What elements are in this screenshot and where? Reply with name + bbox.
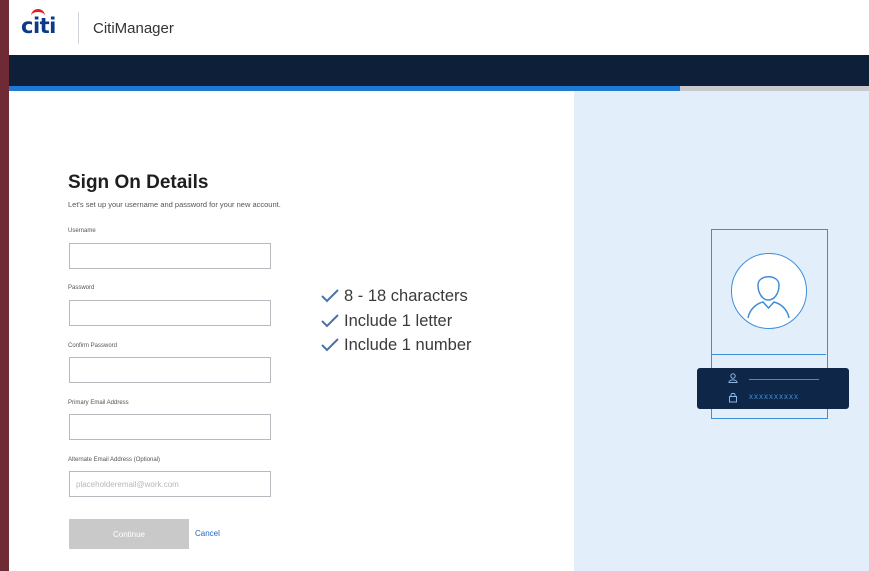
nav-band [9, 55, 869, 86]
app-name: CitiManager [93, 20, 174, 37]
username-label: Username [68, 228, 96, 234]
illustration-panel: xxxxxxxxxx [574, 91, 869, 571]
confirm-password-label: Confirm Password [68, 343, 118, 349]
alternate-email-input[interactable] [69, 471, 271, 497]
header-divider [78, 12, 79, 44]
requirement-text: 8 - 18 characters [344, 287, 468, 305]
cancel-link[interactable]: Cancel [195, 529, 220, 538]
alternate-email-label: Alternate Email Address (Optional) [68, 457, 161, 463]
user-small-icon [728, 373, 738, 383]
check-icon [321, 289, 339, 303]
masked-password: xxxxxxxxxx [749, 392, 799, 401]
avatar [731, 253, 807, 329]
card-divider [712, 354, 826, 355]
page-title: Sign On Details [68, 172, 209, 193]
primary-email-label: Primary Email Address [68, 400, 129, 406]
password-input[interactable] [69, 300, 271, 326]
requirement-text: Include 1 number [344, 336, 472, 354]
credentials-bar: xxxxxxxxxx [697, 368, 849, 409]
citi-logo[interactable]: citi [21, 14, 56, 38]
check-icon [321, 338, 339, 352]
username-input[interactable] [69, 243, 271, 269]
top-bar: citi CitiManager [9, 0, 869, 55]
primary-email-input[interactable] [69, 414, 271, 440]
password-label: Password [68, 285, 95, 291]
user-icon [747, 276, 790, 319]
requirement-text: Include 1 letter [344, 312, 453, 330]
page-subtitle: Let's set up your username and password … [68, 200, 281, 209]
app-frame: citi CitiManager Sign On Details Let's s… [9, 0, 869, 571]
confirm-password-input[interactable] [69, 357, 271, 383]
username-line [749, 379, 819, 380]
check-icon [321, 314, 339, 328]
continue-button[interactable]: Continue [69, 519, 189, 549]
lock-icon [729, 392, 737, 403]
